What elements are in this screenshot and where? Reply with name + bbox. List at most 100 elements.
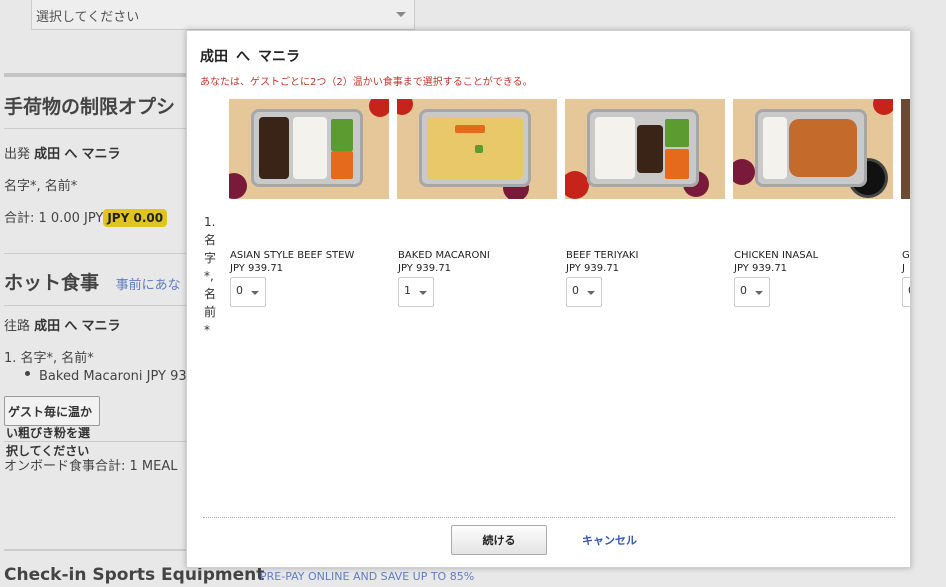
rice-portion: [595, 117, 635, 179]
total-label: 合計:: [4, 211, 35, 226]
departure-prefix: 出発: [4, 147, 31, 162]
bullet-icon: [25, 371, 30, 376]
continue-button[interactable]: 続ける: [451, 525, 547, 555]
meal-price: J: [902, 263, 905, 274]
meal-limit-notice: あなたは、ゲストごとに2つ（2）温かい食事まで選択することができる。: [200, 77, 533, 88]
tomato-decoration: [369, 99, 389, 117]
meal-quantity-value: 0: [908, 284, 910, 297]
modal-title: 成田へマニラ: [200, 46, 300, 66]
baggage-heading: 手荷物の制限オプシ: [4, 96, 176, 118]
meal-image: [733, 99, 893, 199]
hot-meal-heading: ホット食事 事前にあな: [4, 268, 181, 295]
total-value: 1 0.00 JPY: [38, 211, 104, 226]
meal-image: [901, 99, 910, 199]
meal-tray-inner: [425, 115, 525, 181]
section-divider: [4, 73, 186, 77]
meal-quantity-select[interactable]: 0: [566, 277, 602, 307]
caret-down-icon: [755, 291, 763, 295]
sports-link[interactable]: PRE-PAY ONLINE AND SAVE UP TO 85%: [260, 570, 474, 583]
meal-tray: [755, 109, 867, 187]
name-label: 名字*, 名前*: [4, 179, 78, 194]
meal-image: [229, 99, 389, 199]
background-select[interactable]: 選択してください: [31, 0, 415, 30]
meal-tray-inner: [761, 115, 861, 181]
modal-footer-divider: [203, 517, 895, 518]
departure-to-word: へ: [64, 147, 78, 162]
sauce-topping: [455, 125, 485, 133]
meal-tray: [587, 109, 699, 187]
return-to: マニラ: [81, 319, 121, 334]
meal-item: CHICKEN INASAL JPY 939.71 0: [733, 99, 893, 307]
meal-name: ASIAN STYLE BEEF STEW: [230, 250, 355, 261]
meal-quantity-value: 0: [236, 284, 243, 297]
meal-name: G: [902, 250, 910, 261]
sports-heading: Check-in Sports Equipment: [4, 565, 265, 585]
hot-meal-link[interactable]: 事前にあな: [116, 278, 181, 293]
meal-quantity-select[interactable]: 0: [230, 277, 266, 307]
caret-down-icon: [419, 291, 427, 295]
modal-title-from: 成田: [200, 49, 228, 65]
meal-quantity-value: 0: [572, 284, 579, 297]
meal-price: JPY 939.71: [734, 263, 788, 274]
background-select-text: 選択してください: [36, 10, 140, 25]
section-divider: [4, 549, 186, 551]
hot-meal-title: ホット食事: [4, 272, 100, 294]
passenger-label: 1. 名字*, 名前*: [204, 215, 217, 337]
button-overflow-line-2: 択してください: [6, 444, 90, 458]
tomato-decoration: [565, 171, 589, 199]
beef-portion: [637, 125, 663, 173]
select-hot-meal-button-overflow: い粗びき粉を選: [6, 424, 90, 442]
meal-tray-inner: [593, 115, 693, 181]
total-line: 合計: 1 0.00 JPY JPY 0.00: [4, 207, 168, 227]
button-overflow-line: い粗びき粉を選: [6, 426, 91, 440]
vegetable-portion: [331, 119, 353, 151]
meal-list: ASIAN STYLE BEEF STEW JPY 939.71 0 BAKED…: [229, 99, 910, 329]
meal-price: JPY 939.71: [566, 263, 620, 274]
caret-down-icon: [251, 291, 259, 295]
chevron-down-icon: [396, 12, 406, 17]
onion-decoration: [733, 159, 755, 185]
meal-price: JPY 939.71: [230, 263, 284, 274]
meal-item: G J 0: [901, 99, 910, 307]
passenger-name: 1. 名字*, 名前*: [4, 351, 94, 366]
departure-route: 出発 成田 へ マニラ: [4, 143, 120, 162]
meal-quantity-select[interactable]: 1: [398, 277, 434, 307]
vegetable-portion: [665, 119, 689, 147]
cancel-button[interactable]: キャンセル: [582, 532, 637, 548]
meal-item: BEEF TERIYAKI JPY 939.71 0: [565, 99, 725, 307]
meal-price: JPY 939.71: [398, 263, 452, 274]
meal-name: CHICKEN INASAL: [734, 250, 819, 261]
meal-image: [565, 99, 725, 199]
meal-selection-modal: 成田へマニラ あなたは、ゲストごとに2つ（2）温かい食事まで選択することができる…: [186, 30, 911, 568]
herb-topping: [475, 145, 483, 153]
meal-quantity-select[interactable]: 0: [902, 277, 910, 307]
meal-quantity-select[interactable]: 0: [734, 277, 770, 307]
return-to-word: へ: [64, 319, 78, 334]
meal-name: BEEF TERIYAKI: [566, 250, 639, 261]
meal-item: BAKED MACARONI JPY 939.71 1: [397, 99, 557, 307]
meal-name: BAKED MACARONI: [398, 250, 490, 261]
meal-tray-inner: [257, 115, 357, 181]
departure-to: マニラ: [81, 147, 121, 162]
carrot-portion: [665, 149, 689, 179]
bullet-item: Baked Macaroni JPY 93: [39, 369, 187, 384]
section-divider: [4, 253, 186, 254]
meal-tray: [419, 109, 531, 187]
modal-title-to-word: へ: [236, 49, 250, 65]
select-hot-meal-button[interactable]: ゲスト毎に温か: [4, 396, 100, 426]
section-divider: [4, 128, 186, 129]
departure-from: 成田: [34, 147, 61, 162]
meal-quantity-value: 1: [404, 284, 411, 297]
caret-down-icon: [587, 291, 595, 295]
return-prefix: 往路: [4, 319, 31, 334]
chicken-portion: [789, 119, 857, 177]
modal-title-to: マニラ: [258, 49, 300, 65]
beef-portion: [259, 117, 289, 179]
select-hot-meal-button-label: ゲスト毎に温か: [8, 405, 93, 419]
carrot-portion: [331, 151, 353, 179]
tomato-decoration: [397, 99, 413, 115]
section-divider: [4, 305, 186, 306]
meal-item: ASIAN STYLE BEEF STEW JPY 939.71 0: [229, 99, 389, 307]
total-badge: JPY 0.00: [103, 209, 168, 227]
return-from: 成田: [34, 319, 61, 334]
